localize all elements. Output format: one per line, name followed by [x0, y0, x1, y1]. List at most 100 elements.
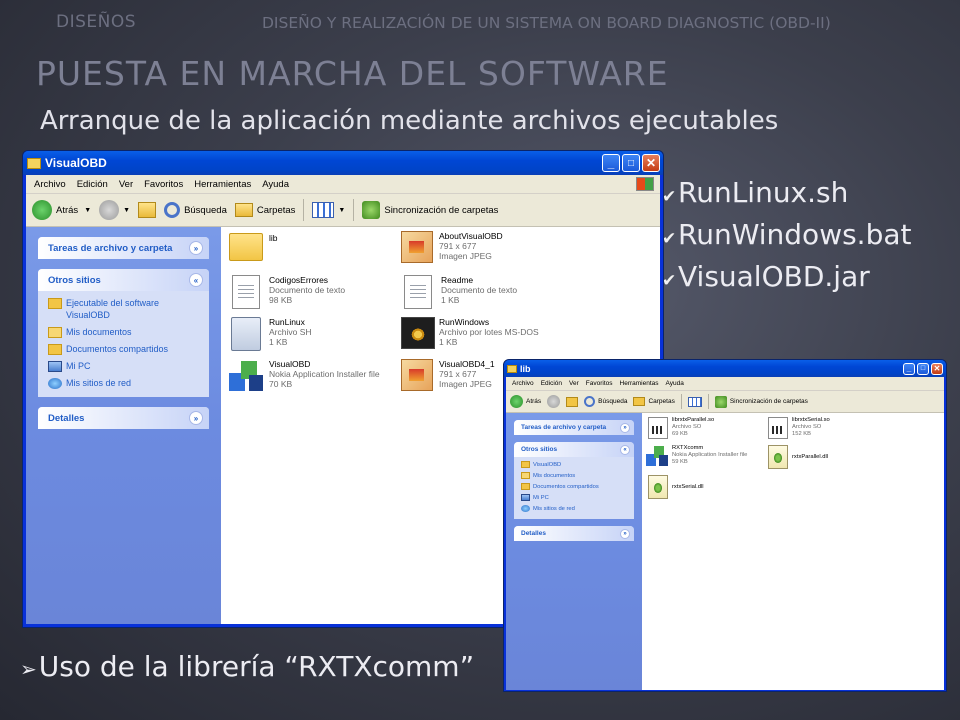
file-item[interactable]: librxtxParallel.so Archivo SO 69 KB — [648, 417, 714, 439]
menu-favoritos[interactable]: Favoritos — [586, 380, 613, 387]
file-item[interactable]: AboutVisualOBD 791 x 677 Imagen JPEG — [401, 231, 503, 263]
file-item[interactable]: rxtxParallel.dll — [768, 445, 828, 469]
file-item[interactable]: CodigosErrores Documento de texto 98 KB — [229, 275, 345, 309]
file-item[interactable]: lib — [229, 233, 278, 261]
jpeg-image-icon — [401, 359, 433, 391]
file-meta: Documento de texto — [441, 285, 518, 295]
file-meta: Nokia Application Installer file — [269, 369, 380, 379]
maximize-button[interactable]: □ — [917, 362, 929, 375]
file-item[interactable]: rxtxSerial.dll — [648, 475, 704, 499]
back-button[interactable]: Atrás ▼ — [32, 200, 91, 220]
forward-button[interactable] — [547, 395, 561, 408]
file-item[interactable]: Readme Documento de texto 1 KB — [401, 275, 517, 309]
details-header[interactable]: Detalles » — [38, 407, 209, 429]
link-visualobd-folder[interactable]: Ejecutable del software VisualOBD — [48, 297, 201, 321]
file-item[interactable]: RXTXcomm Nokia Application Installer file… — [646, 445, 747, 467]
toolbar-separator — [707, 394, 709, 409]
views-icon — [687, 396, 702, 407]
forward-button[interactable]: ▼ — [99, 200, 130, 220]
details-title: Detalles — [48, 412, 85, 424]
sync-folders-button[interactable]: Sincronización de carpetas — [362, 201, 498, 219]
library-bullet: ➢Uso de la librería “RXTXcomm” — [20, 650, 474, 683]
sync-label: Sincronización de carpetas — [384, 204, 499, 216]
file-item[interactable]: RunLinux Archivo SH 1 KB — [229, 317, 312, 351]
forward-arrow-icon — [547, 395, 561, 408]
link-visualobd-folder[interactable]: VisualOBD — [521, 461, 629, 469]
file-name: librxtxSerial.so — [792, 417, 830, 423]
expand-chevron-icon[interactable]: » — [189, 241, 203, 255]
checklist-item-label: RunLinux.sh — [678, 176, 849, 209]
expand-chevron-icon[interactable]: » — [189, 411, 203, 425]
file-meta: Imagen JPEG — [439, 379, 492, 389]
file-meta: 1 KB — [441, 295, 460, 305]
close-button[interactable]: ✕ — [931, 362, 943, 375]
menu-bar: Archivo Edición Ver Favoritos Herramient… — [26, 175, 660, 194]
link-network-places[interactable]: Mis sitios de red — [48, 377, 201, 389]
minimize-button[interactable]: _ — [602, 154, 620, 172]
nokia-installer-icon — [229, 359, 265, 393]
folder-icon — [27, 157, 41, 169]
folders-button[interactable]: Carpetas — [234, 203, 296, 217]
file-tasks-header[interactable]: Tareas de archivo y carpeta » — [514, 420, 634, 435]
maximize-button[interactable]: □ — [622, 154, 640, 172]
link-shared-documents[interactable]: Documentos compartidos — [48, 343, 201, 355]
dll-file-icon — [768, 445, 788, 469]
file-item[interactable]: VisualOBD4_1 791 x 677 Imagen JPEG — [401, 359, 495, 391]
menu-favoritos[interactable]: Favoritos — [144, 179, 183, 190]
close-button[interactable]: ✕ — [642, 154, 660, 172]
menu-ver[interactable]: Ver — [569, 380, 579, 387]
my-documents-icon — [48, 327, 62, 338]
menu-ver[interactable]: Ver — [119, 179, 133, 190]
search-button[interactable]: Búsqueda — [164, 202, 227, 218]
menu-archivo[interactable]: Archivo — [34, 179, 66, 190]
folders-button[interactable]: Carpetas — [633, 397, 675, 406]
link-my-computer[interactable]: Mi PC — [521, 494, 629, 502]
dropdown-arrow-icon: ▼ — [338, 206, 346, 214]
other-places-panel: Otros sitios « Ejecutable del software V… — [38, 269, 209, 397]
expand-chevron-icon[interactable]: » — [620, 422, 630, 433]
link-my-documents[interactable]: Mis documentos — [521, 472, 629, 480]
menu-herramientas[interactable]: Herramientas — [194, 179, 251, 190]
expand-chevron-icon[interactable]: » — [620, 528, 630, 539]
views-button[interactable] — [687, 396, 702, 407]
collapse-chevron-icon[interactable]: « — [620, 444, 630, 455]
link-shared-documents[interactable]: Documentos compartidos — [521, 483, 629, 491]
window-title: VisualOBD — [45, 156, 107, 170]
file-item[interactable]: RunWindows Archivo por lotes MS-DOS 1 KB — [401, 317, 539, 349]
menu-herramientas[interactable]: Herramientas — [620, 380, 659, 387]
other-places-header[interactable]: Otros sitios « — [38, 269, 209, 291]
up-folder-button[interactable] — [138, 202, 157, 218]
search-label: Búsqueda — [184, 204, 227, 216]
text-document-icon — [232, 275, 260, 309]
so-library-icon — [768, 417, 788, 439]
back-button[interactable]: Atrás — [510, 395, 541, 408]
dropdown-arrow-icon: ▼ — [84, 206, 92, 214]
window-titlebar[interactable]: lib _ □ ✕ — [504, 360, 946, 377]
computer-icon — [521, 494, 530, 501]
menu-edicion[interactable]: Edición — [77, 179, 108, 190]
file-tasks-title: Tareas de archivo y carpeta — [521, 424, 607, 431]
collapse-chevron-icon[interactable]: « — [189, 273, 203, 287]
menu-ayuda[interactable]: Ayuda — [666, 380, 684, 387]
search-button[interactable]: Búsqueda — [584, 396, 627, 407]
file-name: rxtxSerial.dll — [672, 483, 704, 490]
link-my-documents[interactable]: Mis documentos — [48, 326, 201, 338]
menu-archivo[interactable]: Archivo — [512, 380, 534, 387]
file-item[interactable]: librxtxSerial.so Archivo SO 152 KB — [768, 417, 830, 439]
file-name: RXTXcomm — [672, 445, 704, 451]
folders-label: Carpetas — [256, 204, 296, 216]
link-my-computer[interactable]: Mi PC — [48, 360, 201, 372]
window-titlebar[interactable]: VisualOBD _ □ ✕ — [23, 151, 663, 175]
details-header[interactable]: Detalles » — [514, 526, 634, 541]
file-tasks-header[interactable]: Tareas de archivo y carpeta » — [38, 237, 209, 259]
file-item[interactable]: VisualOBD Nokia Application Installer fil… — [229, 359, 380, 393]
sync-folders-button[interactable]: Sincronización de carpetas — [714, 395, 808, 408]
minimize-button[interactable]: _ — [903, 362, 915, 375]
menu-ayuda[interactable]: Ayuda — [262, 179, 289, 190]
other-places-header[interactable]: Otros sitios « — [514, 442, 634, 457]
menu-edicion[interactable]: Edición — [541, 380, 562, 387]
link-network-places[interactable]: Mis sitios de red — [521, 505, 629, 513]
up-folder-button[interactable] — [566, 396, 579, 407]
file-meta: Imagen JPEG — [439, 251, 492, 261]
views-button[interactable]: ▼ — [312, 202, 345, 218]
